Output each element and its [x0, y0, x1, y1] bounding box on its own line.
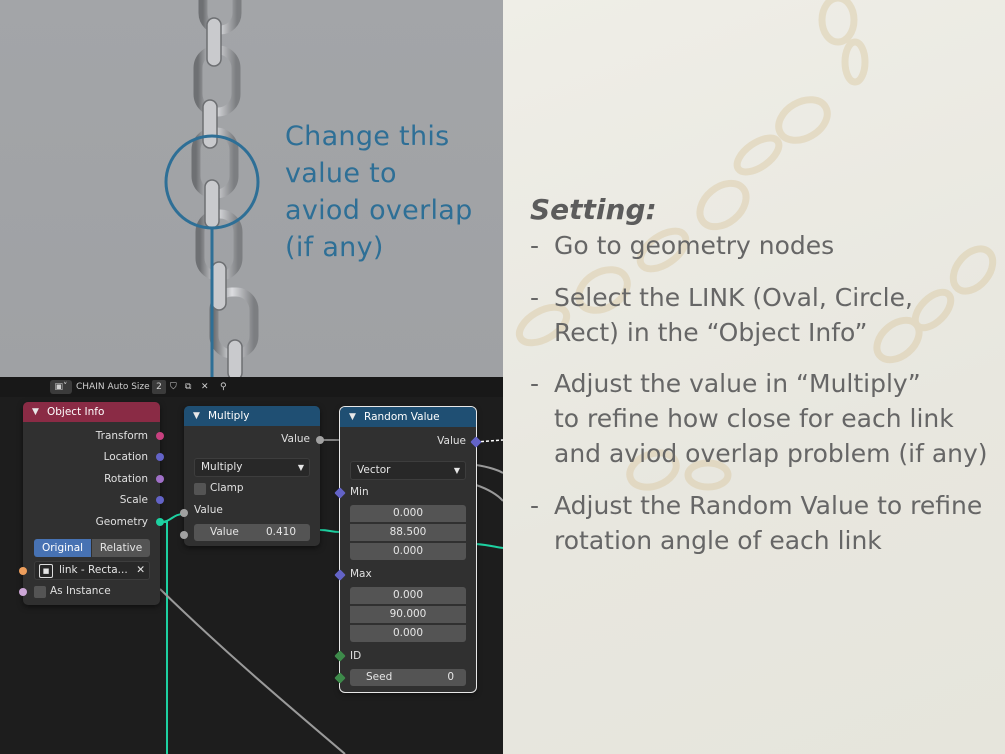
bullet-text: Go to geometry nodes: [554, 231, 835, 260]
random-value-node[interactable]: ▼ Random Value Value Vector ▼ Min 0.000 …: [340, 407, 476, 692]
node-title: Multiply: [208, 410, 250, 422]
output-rotation: Rotation: [104, 473, 148, 485]
bullet-text: Adjust the Random Value to refine: [554, 491, 983, 520]
id-label: ID: [350, 650, 362, 662]
data-type-value: Vector: [357, 464, 391, 476]
min-y-field[interactable]: 88.500: [350, 524, 466, 541]
node-editor-header: ▣˅ CHAIN Auto Size 2 ⛉ ⧉ ✕ ⚲: [0, 377, 503, 397]
as-instance-checkbox[interactable]: [34, 586, 46, 598]
clear-icon[interactable]: ✕: [136, 562, 145, 579]
input-b-field[interactable]: Value 0.410: [194, 524, 310, 541]
max-y-field[interactable]: 90.000: [350, 606, 466, 623]
annotation-line: Change this: [285, 121, 450, 152]
clamp-checkbox[interactable]: [194, 483, 206, 495]
annotation-text: Change this value to aviod overlap (if a…: [285, 118, 500, 266]
max-x-field[interactable]: 0.000: [350, 587, 466, 604]
chevron-down-icon: ▼: [453, 466, 460, 475]
bullet-text: to refine how close for each link: [554, 404, 954, 433]
object-data-icon[interactable]: ▣˅: [50, 380, 72, 394]
bullet-dash: -: [530, 369, 540, 398]
object-value: link - Recta...: [59, 564, 128, 576]
bullet-text: Rect) in the “Object Info”: [554, 318, 868, 347]
bullet-text: and aviod overlap problem (if any): [554, 439, 988, 468]
socket-as-instance-input[interactable]: [19, 588, 27, 596]
multiply-node[interactable]: ▼ Multiply Value Multiply ▼ Clamp Value …: [184, 406, 320, 546]
object-icon: ■: [39, 564, 53, 578]
socket-object-input[interactable]: [19, 567, 27, 575]
chevron-down-icon[interactable]: ▼: [349, 407, 356, 427]
user-count: 2: [152, 380, 166, 394]
socket-geometry[interactable]: [156, 518, 164, 526]
instructions-panel: Setting: - Go to geometry nodes - Select…: [503, 0, 1005, 754]
seed-field[interactable]: Seed 0: [350, 669, 466, 686]
annotation-line: aviod overlap: [285, 195, 473, 226]
max-label: Max: [350, 568, 372, 580]
node-header[interactable]: ▼ Object Info: [23, 402, 160, 422]
relative-button[interactable]: Relative: [92, 539, 150, 557]
operation-value: Multiply: [201, 461, 243, 473]
data-type-dropdown[interactable]: Vector ▼: [350, 461, 466, 480]
bullet-text: Select the LINK (Oval, Circle,: [554, 283, 913, 312]
socket-multiply-input-b[interactable]: [180, 531, 188, 539]
bullet-text: rotation angle of each link: [554, 526, 882, 555]
node-title: Object Info: [47, 406, 105, 418]
socket-location[interactable]: [156, 453, 164, 461]
setting-title: Setting:: [530, 193, 657, 226]
socket-multiply-output[interactable]: [316, 436, 324, 444]
node-header[interactable]: ▼ Random Value: [340, 407, 476, 427]
as-instance-label: As Instance: [50, 585, 111, 597]
seed-label: Seed: [366, 671, 393, 683]
chevron-down-icon[interactable]: ▼: [32, 402, 39, 422]
object-info-node[interactable]: ▼ Object Info Transform Location Rotatio…: [23, 402, 160, 605]
3d-viewport[interactable]: Change this value to aviod overlap (if a…: [0, 0, 503, 377]
annotation-line: (if any): [285, 232, 384, 263]
node-editor[interactable]: ▣˅ CHAIN Auto Size 2 ⛉ ⧉ ✕ ⚲ ▼ Object In…: [0, 377, 503, 754]
node-title: Random Value: [364, 411, 440, 423]
object-name-field[interactable]: CHAIN Auto Size: [76, 380, 150, 394]
chevron-down-icon[interactable]: ▼: [193, 406, 200, 426]
seed-value: 0: [447, 671, 454, 683]
transform-space-toggle: Original Relative: [34, 539, 150, 557]
socket-transform[interactable]: [156, 432, 164, 440]
chevron-down-icon: ▼: [297, 463, 304, 472]
object-selector[interactable]: ■ link - Recta... ✕: [34, 561, 150, 580]
output-value: Value: [281, 433, 310, 445]
output-scale: Scale: [119, 494, 148, 506]
bullet-text: Adjust the value in “Multiply”: [554, 369, 921, 398]
output-geometry: Geometry: [95, 516, 148, 528]
clamp-label: Clamp: [210, 482, 244, 494]
bullet-dash: -: [530, 231, 540, 260]
duplicate-icon[interactable]: ⧉: [185, 380, 191, 394]
input-b-label: Value: [210, 526, 239, 538]
bullet-dash: -: [530, 283, 540, 312]
close-icon[interactable]: ✕: [201, 380, 209, 394]
original-button[interactable]: Original: [34, 539, 91, 557]
input-b-value: 0.410: [265, 526, 296, 538]
fake-user-icon[interactable]: ⛉: [170, 380, 177, 394]
socket-rotation[interactable]: [156, 475, 164, 483]
node-header[interactable]: ▼ Multiply: [184, 406, 320, 426]
operation-dropdown[interactable]: Multiply ▼: [194, 458, 310, 477]
output-transform: Transform: [95, 430, 148, 442]
annotation-line: value to: [285, 158, 397, 189]
socket-multiply-input-a[interactable]: [180, 509, 188, 517]
pin-icon[interactable]: ⚲: [220, 380, 227, 394]
min-label: Min: [350, 486, 369, 498]
output-location: Location: [103, 451, 148, 463]
bullet-dash: -: [530, 491, 540, 520]
input-a-label: Value: [194, 504, 223, 516]
max-z-field[interactable]: 0.000: [350, 625, 466, 642]
min-z-field[interactable]: 0.000: [350, 543, 466, 560]
socket-scale[interactable]: [156, 496, 164, 504]
min-x-field[interactable]: 0.000: [350, 505, 466, 522]
output-value: Value: [437, 435, 466, 447]
